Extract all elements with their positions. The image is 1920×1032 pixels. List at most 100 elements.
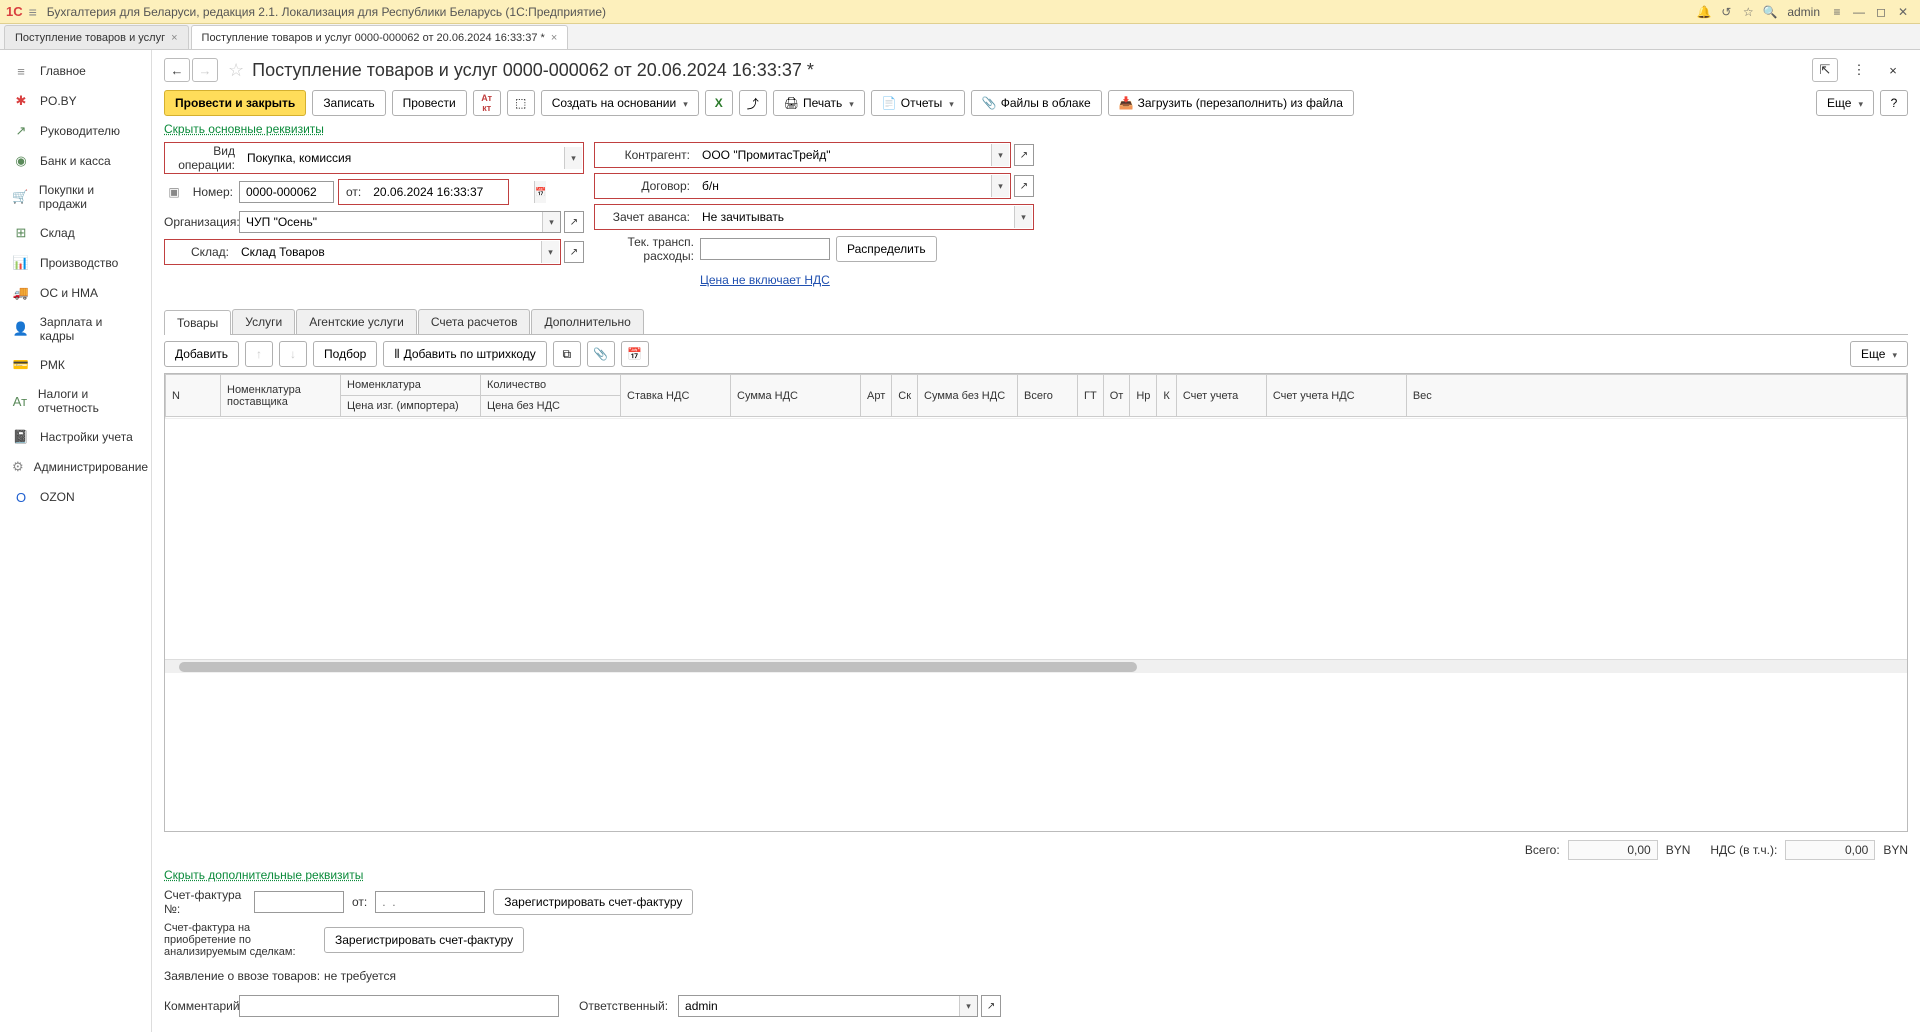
col-nr[interactable]: Нр bbox=[1130, 375, 1157, 417]
col-sk[interactable]: Ск bbox=[892, 375, 918, 417]
sidebar-item-po.by[interactable]: ✱PO.BY bbox=[0, 86, 151, 116]
post-button[interactable]: Провести bbox=[392, 90, 467, 116]
dropdown-icon[interactable]: ▾ bbox=[1014, 206, 1032, 228]
tab-close-icon[interactable]: × bbox=[551, 32, 557, 44]
col-account[interactable]: Счет учета bbox=[1176, 375, 1266, 417]
horizontal-scrollbar[interactable] bbox=[165, 659, 1907, 673]
dropdown-icon[interactable]: ▾ bbox=[542, 212, 560, 232]
col-total[interactable]: Всего bbox=[1018, 375, 1078, 417]
dtab-1[interactable]: Услуги bbox=[232, 309, 295, 334]
related-icon[interactable]: ⬚ bbox=[507, 90, 535, 116]
calendar-action-icon[interactable]: 📅 bbox=[621, 341, 649, 367]
calendar-icon[interactable]: 📅 bbox=[534, 181, 546, 203]
move-up-icon[interactable]: ↑ bbox=[245, 341, 273, 367]
register-invoice-button[interactable]: Зарегистрировать счет-фактуру bbox=[493, 889, 693, 915]
export-icon[interactable]: ⤴ bbox=[739, 90, 767, 116]
dropdown-icon[interactable]: ▾ bbox=[564, 147, 582, 169]
reports-button[interactable]: 📄 Отчеты bbox=[871, 90, 965, 116]
open-icon[interactable]: ↗ bbox=[1014, 175, 1034, 197]
items-table[interactable]: N Номенклатура поставщика Номенклатура К… bbox=[164, 373, 1908, 832]
advance-input[interactable] bbox=[696, 206, 1014, 228]
sidebar-item-производство[interactable]: 📊Производство bbox=[0, 248, 151, 278]
sidebar-item-налоги-и-отчетность[interactable]: АтНалоги и отчетность bbox=[0, 380, 151, 422]
op-type-input[interactable] bbox=[241, 147, 564, 169]
counterparty-input[interactable] bbox=[696, 144, 991, 166]
search-icon[interactable]: 🔍 bbox=[1759, 1, 1781, 23]
minimize-icon[interactable]: — bbox=[1848, 1, 1870, 23]
contract-input[interactable] bbox=[696, 175, 991, 197]
warehouse-input[interactable] bbox=[235, 241, 541, 263]
add-by-barcode-button[interactable]: ⦀ Добавить по штрихкоду bbox=[383, 341, 546, 367]
more-header-icon[interactable]: ⋮ bbox=[1846, 58, 1872, 82]
col-art[interactable]: Арт bbox=[861, 375, 892, 417]
post-and-close-button[interactable]: Провести и закрыть bbox=[164, 90, 306, 116]
table-more-button[interactable]: Еще bbox=[1850, 341, 1908, 367]
sidebar-item-зарплата-и-кадры[interactable]: 👤Зарплата и кадры bbox=[0, 308, 151, 350]
dropdown-icon[interactable]: ▾ bbox=[991, 175, 1009, 197]
col-supplier-nom[interactable]: Номенклатура поставщика bbox=[221, 375, 341, 417]
help-button[interactable]: ? bbox=[1880, 90, 1908, 116]
sidebar-item-настройки-учета[interactable]: 📓Настройки учета bbox=[0, 422, 151, 452]
date-input[interactable] bbox=[367, 181, 534, 203]
col-weight[interactable]: Вес bbox=[1406, 375, 1906, 417]
tab-list[interactable]: Поступление товаров и услуг × bbox=[4, 25, 189, 49]
excel-icon[interactable]: X bbox=[705, 90, 733, 116]
col-vat-sum[interactable]: Сумма НДС bbox=[731, 375, 861, 417]
load-from-file-button[interactable]: 📥 Загрузить (перезаполнить) из файла bbox=[1108, 90, 1354, 116]
col-gt[interactable]: ГТ bbox=[1078, 375, 1104, 417]
user-label[interactable]: admin bbox=[1787, 5, 1820, 19]
comment-input[interactable] bbox=[240, 996, 558, 1016]
maximize-icon[interactable]: ◻ bbox=[1870, 1, 1892, 23]
sidebar-item-склад[interactable]: ⊞Склад bbox=[0, 218, 151, 248]
sidebar-item-рмк[interactable]: 💳РМК bbox=[0, 350, 151, 380]
responsible-input[interactable] bbox=[679, 996, 959, 1016]
dtab-2[interactable]: Агентские услуги bbox=[296, 309, 417, 334]
sidebar-item-администрирование[interactable]: ⚙Администрирование bbox=[0, 452, 151, 482]
price-no-vat-link[interactable]: Цена не включает НДС bbox=[700, 273, 830, 287]
add-row-button[interactable]: Добавить bbox=[164, 341, 239, 367]
print-button[interactable]: 🖨 Печать bbox=[773, 90, 865, 116]
col-nom[interactable]: Номенклатура bbox=[341, 375, 481, 396]
col-vat-account[interactable]: Счет учета НДС bbox=[1266, 375, 1406, 417]
col-sum-no-vat[interactable]: Сумма без НДС bbox=[918, 375, 1018, 417]
open-icon[interactable]: ↗ bbox=[1014, 144, 1034, 166]
settings-icon[interactable]: ≡ bbox=[1826, 1, 1848, 23]
more-button[interactable]: Еще bbox=[1816, 90, 1874, 116]
tab-close-icon[interactable]: × bbox=[171, 32, 177, 44]
nav-back-button[interactable]: ← bbox=[164, 58, 190, 82]
register-invoice2-button[interactable]: Зарегистрировать счет-фактуру bbox=[324, 927, 524, 953]
history-icon[interactable]: ↺ bbox=[1715, 1, 1737, 23]
copy-icon[interactable]: ⧉ bbox=[553, 341, 581, 367]
col-vat-rate[interactable]: Ставка НДС bbox=[621, 375, 731, 417]
attach-icon[interactable]: 📎 bbox=[587, 341, 615, 367]
select-button[interactable]: Подбор bbox=[313, 341, 377, 367]
sidebar-item-банк-и-касса[interactable]: ◉Банк и касса bbox=[0, 146, 151, 176]
open-icon[interactable]: ↗ bbox=[564, 241, 584, 263]
menu-icon[interactable]: ≡ bbox=[29, 4, 37, 20]
open-icon[interactable]: ↗ bbox=[564, 211, 584, 233]
link-icon[interactable]: ⇱ bbox=[1812, 58, 1838, 82]
org-input[interactable] bbox=[240, 212, 542, 232]
sidebar-item-ос-и-нма[interactable]: 🚚ОС и НМА bbox=[0, 278, 151, 308]
sidebar-item-главное[interactable]: ≡Главное bbox=[0, 56, 151, 86]
dt-kt-icon[interactable]: Аткт bbox=[473, 90, 501, 116]
col-n[interactable]: N bbox=[166, 375, 221, 417]
create-based-button[interactable]: Создать на основании bbox=[541, 90, 699, 116]
col-qty[interactable]: Количество bbox=[481, 375, 621, 396]
col-ot[interactable]: От bbox=[1103, 375, 1130, 417]
move-down-icon[interactable]: ↓ bbox=[279, 341, 307, 367]
dropdown-icon[interactable]: ▾ bbox=[541, 241, 559, 263]
dtab-4[interactable]: Дополнительно bbox=[531, 309, 643, 334]
sidebar-item-покупки-и-продажи[interactable]: 🛒Покупки и продажи bbox=[0, 176, 151, 218]
close-window-icon[interactable]: ✕ bbox=[1892, 1, 1914, 23]
sidebar-item-ozon[interactable]: OOZON bbox=[0, 482, 151, 512]
bell-icon[interactable]: 🔔 bbox=[1693, 1, 1715, 23]
hide-main-link[interactable]: Скрыть основные реквизиты bbox=[164, 122, 1908, 136]
distribute-button[interactable]: Распределить bbox=[836, 236, 937, 262]
favorite-icon[interactable]: ☆ bbox=[228, 60, 244, 81]
sidebar-item-руководителю[interactable]: ↗Руководителю bbox=[0, 116, 151, 146]
col-mfr-price[interactable]: Цена изг. (импортера) bbox=[341, 396, 481, 417]
nav-forward-button[interactable]: → bbox=[192, 58, 218, 82]
col-k[interactable]: К bbox=[1157, 375, 1176, 417]
open-icon[interactable]: ↗ bbox=[981, 995, 1001, 1017]
